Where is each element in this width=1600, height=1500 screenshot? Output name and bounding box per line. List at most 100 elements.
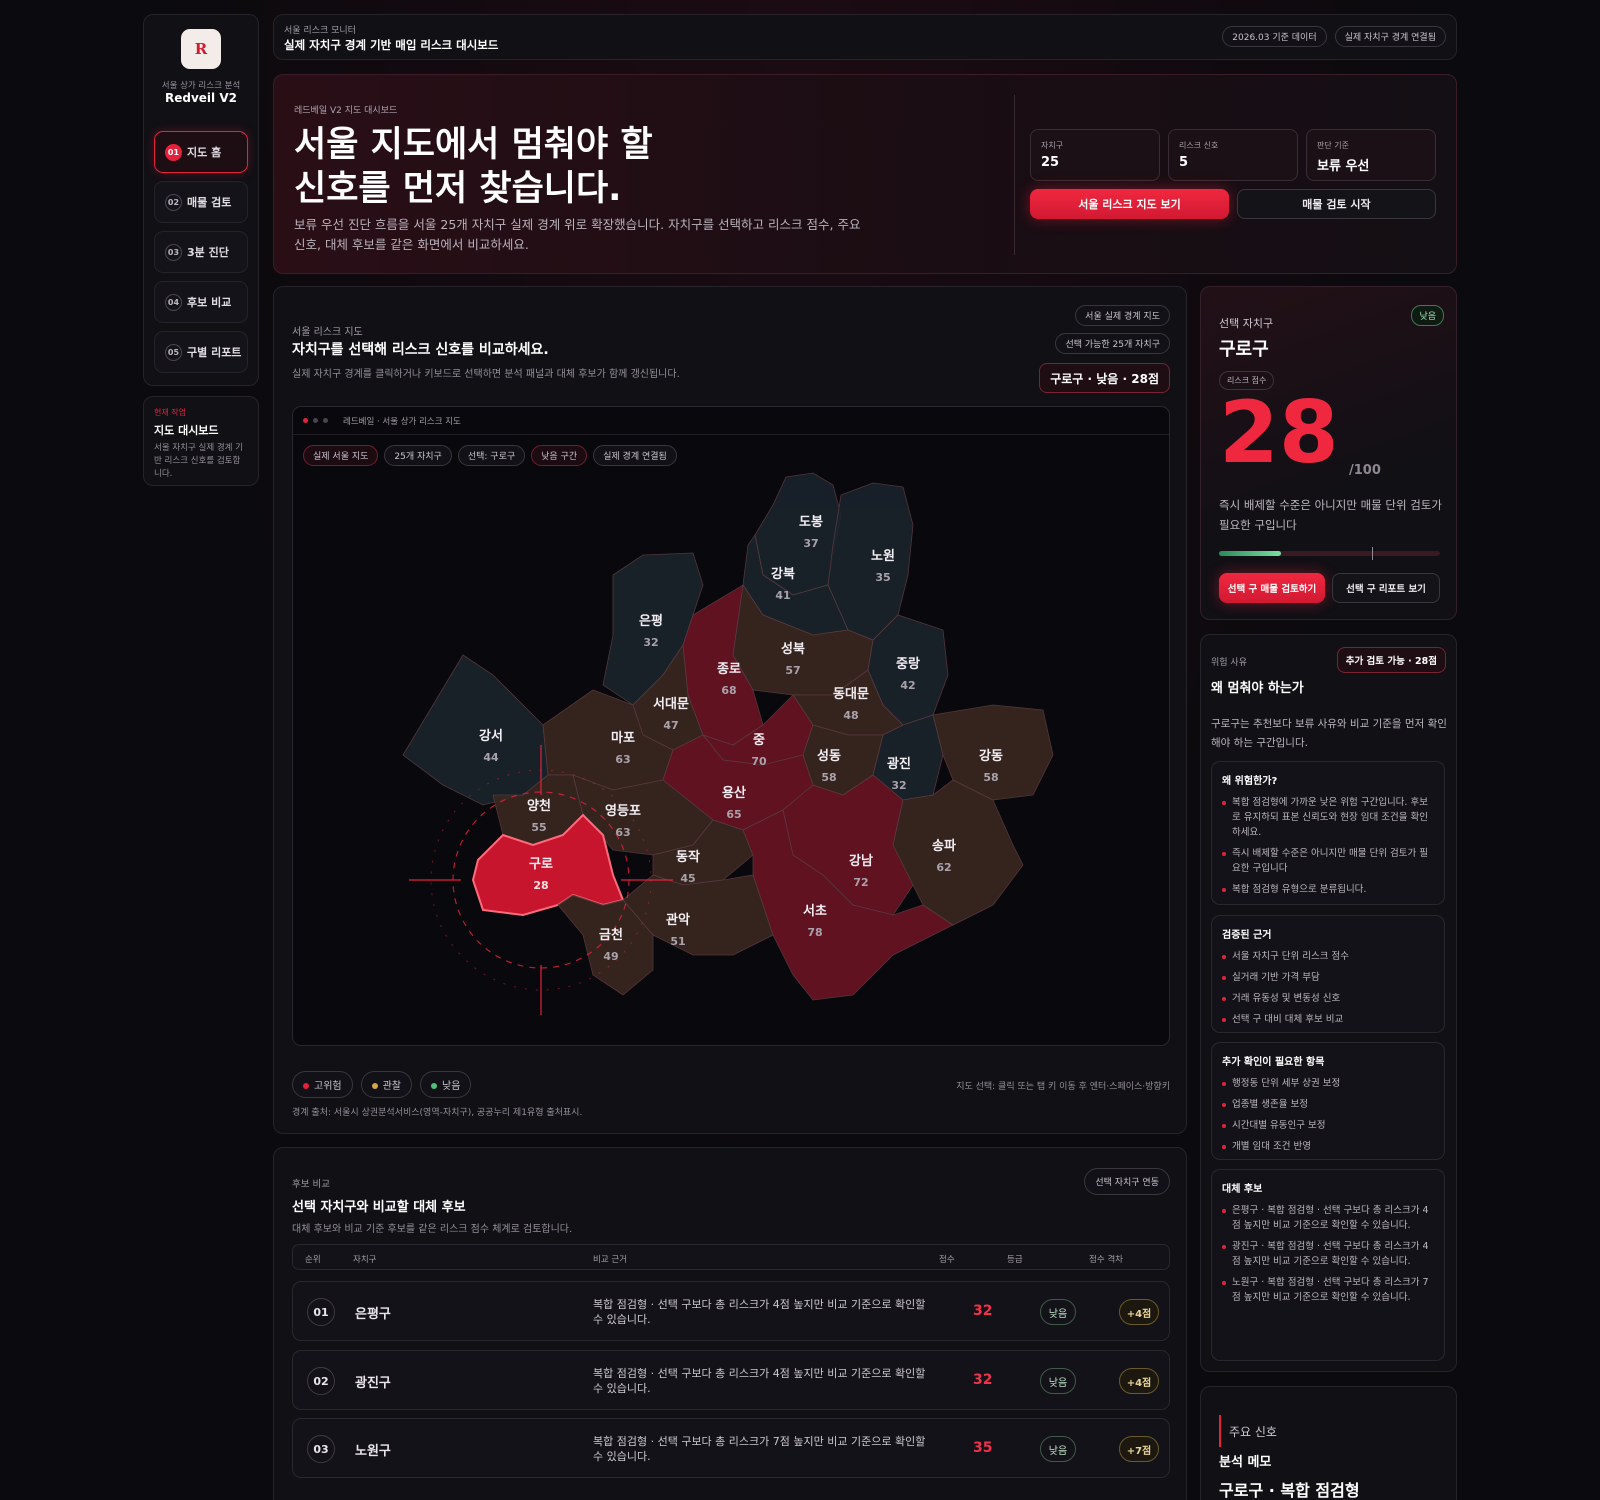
- district-name-label: 강북: [771, 566, 795, 582]
- selected-district-card: 선택 자치구 구로구 낮음 리스크 점수 28 /100 즉시 배제할 수준은 …: [1200, 286, 1457, 620]
- evidence-item: 거래 유동성 및 변동성 신호: [1222, 991, 1434, 1006]
- seoul-map: 도봉 37 노원 35 강북 41 은평 32 성북 57 종로 68 중랑 42 동대문 48 서대문 47 강서…: [402, 472, 1054, 1015]
- district-name-label: 서대문: [653, 697, 689, 712]
- legend-low-label: 낮음: [442, 1081, 461, 1092]
- current-task-card: 현재 작업 지도 대시보드 서울 자치구 실제 경계 기반 리스크 신호를 검토…: [143, 396, 259, 486]
- window-dot: [323, 418, 328, 423]
- window-dot-red: [303, 418, 308, 423]
- reasons-title: 왜 멈춰야 하는가: [1211, 681, 1304, 696]
- district-gangseo[interactable]: [402, 654, 549, 806]
- additional-check-box: 추가 확인이 필요한 항목 행정동 단위 세부 상권 보정 업종별 생존율 보정…: [1211, 1042, 1445, 1160]
- additional-check-title: 추가 확인이 필요한 항목: [1222, 1057, 1325, 1068]
- nav-map-home[interactable]: 01 지도 홈: [154, 131, 248, 173]
- risk-score-max: /100: [1349, 463, 1381, 478]
- evidence-item: 실거래 기반 가격 부담: [1222, 970, 1434, 985]
- stat-value: 5: [1179, 155, 1189, 170]
- sidebar: R 서울 상가 리스크 분석 Redveil V2 01 지도 홈 02 매물 검토…: [143, 14, 259, 386]
- district-score-label: 72: [853, 876, 868, 889]
- stat-label: 판단 기준: [1317, 141, 1349, 150]
- district-songpa[interactable]: [892, 779, 1024, 926]
- check-item: 개별 임대 조건 반영: [1222, 1139, 1434, 1154]
- district-name-label: 강남: [849, 853, 873, 869]
- why-item: 복합 점검형에 가까운 낮은 위험 구간입니다. 후보로 유지하되 표본 신뢰도…: [1222, 795, 1434, 840]
- nav-quick-diagnosis[interactable]: 03 3분 진단: [154, 231, 248, 273]
- why-item: 즉시 배제할 수준은 아니지만 매물 단위 검토가 필요한 구입니다: [1222, 846, 1434, 876]
- header-grade: 등급: [1007, 1255, 1023, 1265]
- map-eyebrow: 서울 리스크 지도: [292, 327, 363, 338]
- nav-num: 05: [165, 343, 182, 361]
- nav-label: 지도 홈: [187, 146, 222, 159]
- nav-num: 03: [165, 243, 182, 261]
- legend-watch[interactable]: 관찰: [360, 1071, 413, 1098]
- district-score-label: 55: [531, 821, 546, 834]
- data-date-badge: 2026.03 기준 데이터: [1222, 26, 1327, 47]
- district-score-label: 78: [807, 926, 822, 939]
- real-boundary-pill: 서울 실제 경계 지도: [1075, 305, 1170, 326]
- start-review-button[interactable]: 매물 검토 시작: [1237, 189, 1436, 219]
- district-score-label: 44: [483, 751, 499, 764]
- table-row[interactable]: 03 노원구 복합 점검형 · 선택 구보다 총 리스크가 7점 높지만 비교 …: [292, 1418, 1170, 1478]
- district-name-label: 용산: [722, 785, 746, 801]
- row-grade: 낮음: [1040, 1299, 1076, 1325]
- district-name-label: 동대문: [833, 687, 869, 702]
- nav-candidate-compare[interactable]: 04 후보 비교: [154, 281, 248, 323]
- district-name-label: 은평: [639, 613, 663, 629]
- district-dobong[interactable]: [754, 472, 842, 596]
- hero-title-line1: 서울 지도에서 멈춰야 할: [294, 125, 653, 165]
- district-score-label: 32: [643, 636, 658, 649]
- selected-name: 구로구: [1219, 339, 1269, 360]
- reasons-eyebrow: 위험 사유: [1211, 658, 1247, 668]
- stat-districts: 자치구 25: [1030, 129, 1160, 181]
- district-name-label: 영등포: [605, 804, 641, 819]
- alternative-item: 은평구 · 복합 점검형 · 선택 구보다 총 리스크가 4점 높지만 비교 기…: [1222, 1203, 1434, 1233]
- logo[interactable]: R: [181, 29, 221, 69]
- district-score-label: 68: [721, 684, 736, 697]
- district-score-label: 45: [680, 872, 695, 885]
- district-score-label: 37: [803, 537, 818, 550]
- district-score-label: 35: [875, 571, 890, 584]
- check-item: 업종별 생존율 보정: [1222, 1097, 1434, 1112]
- district-score-label: 32: [891, 779, 906, 792]
- table-row[interactable]: 02 광진구 복합 점검형 · 선택 구보다 총 리스크가 4점 높지만 비교 …: [292, 1350, 1170, 1410]
- top-bar: 서울 리스크 모니터 실제 자치구 경계 기반 매입 리스크 대시보드 2026…: [273, 14, 1457, 60]
- row-gap: +4점: [1119, 1299, 1159, 1325]
- legend-high-label: 고위험: [314, 1081, 342, 1092]
- evidence-title: 검증된 근거: [1222, 930, 1272, 941]
- alternative-item: 광진구 · 복합 점검형 · 선택 구보다 총 리스크가 4점 높지만 비교 기…: [1222, 1239, 1434, 1269]
- row-score: 32: [973, 1372, 993, 1388]
- district-name-label: 관악: [666, 912, 690, 928]
- nav-listing-review[interactable]: 02 매물 검토: [154, 181, 248, 223]
- review-selected-listings-button[interactable]: 선택 구 매물 검토하기: [1219, 573, 1325, 603]
- table-row[interactable]: 01 은평구 복합 점검형 · 선택 구보다 총 리스크가 4점 높지만 비교 …: [292, 1281, 1170, 1341]
- row-grade: 낮음: [1040, 1436, 1076, 1462]
- district-score-label: 41: [775, 589, 790, 602]
- evidence-box: 검증된 근거 서울 자치구 단위 리스크 점수 실거래 기반 가격 부담 거래 …: [1211, 915, 1445, 1033]
- row-rank: 01: [307, 1298, 335, 1326]
- reasons-badge: 추가 검토 가능 · 28점: [1336, 647, 1446, 673]
- score-progress-track: [1219, 547, 1440, 560]
- compare-section: 후보 비교 선택 자치구와 비교할 대체 후보 대체 후보와 비교 기준 후보를…: [273, 1147, 1187, 1500]
- district-score-label: 42: [900, 679, 915, 692]
- current-task-title: 지도 대시보드: [154, 424, 219, 437]
- district-name-label: 구로: [529, 857, 553, 872]
- hero-title-line2: 신호를 먼저 찾습니다.: [294, 169, 622, 209]
- header-basis: 비교 근거: [593, 1255, 627, 1265]
- header-district: 자치구: [353, 1255, 377, 1265]
- header-gap: 점수 격차: [1089, 1255, 1123, 1265]
- risk-reasons-card: 위험 사유 추가 검토 가능 · 28점 왜 멈춰야 하는가 구로구는 추천보다…: [1200, 634, 1457, 1372]
- nav-district-report[interactable]: 05 구별 리포트: [154, 331, 248, 373]
- legend-low[interactable]: 낮음: [420, 1071, 472, 1098]
- legend-high[interactable]: 고위험: [292, 1071, 353, 1098]
- memo-headline: 구로구 · 복합 점검형: [1219, 1481, 1360, 1500]
- district-name-label: 송파: [932, 839, 956, 854]
- district-score-label: 48: [843, 709, 858, 722]
- reasons-desc: 구로구는 추천보다 보류 사유와 비교 기준을 먼저 확인해야 하는 구간입니다…: [1211, 718, 1447, 749]
- row-gap: +7점: [1119, 1436, 1159, 1462]
- selected-district-badge: 구로구 · 낮음 · 28점: [1039, 363, 1170, 393]
- why-item: 복합 점검형 유형으로 분류됩니다.: [1222, 882, 1434, 897]
- district-name-label: 금천: [599, 928, 623, 943]
- selected-report-button[interactable]: 선택 구 리포트 보기: [1332, 573, 1440, 603]
- district-name-label: 도봉: [799, 515, 823, 530]
- view-risk-map-button[interactable]: 서울 리스크 지도 보기: [1030, 189, 1229, 219]
- topbar-title: 실제 자치구 경계 기반 매입 리스크 대시보드: [284, 38, 499, 52]
